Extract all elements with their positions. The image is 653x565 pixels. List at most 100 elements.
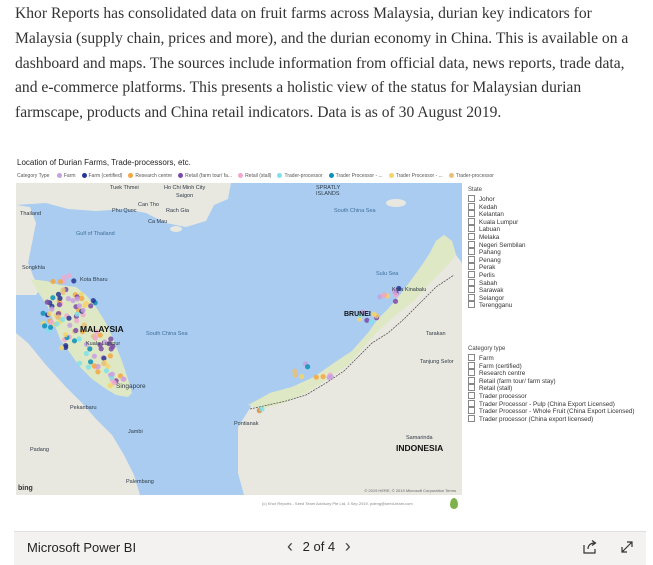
category-option[interactable]: Retail (farm tour/ farm stay): [468, 376, 635, 385]
map-point[interactable]: [62, 332, 69, 338]
state-option[interactable]: Kuala Lumpur: [468, 217, 526, 226]
map-point[interactable]: [67, 322, 73, 328]
map-point[interactable]: [371, 311, 377, 317]
map-point[interactable]: [71, 278, 77, 284]
map-point[interactable]: [80, 307, 86, 313]
map-point[interactable]: [103, 368, 109, 374]
state-option[interactable]: Sarawak: [468, 286, 526, 294]
state-option[interactable]: Sabah: [468, 278, 526, 287]
checkbox[interactable]: [468, 217, 475, 225]
map-point[interactable]: [368, 319, 374, 325]
category-option[interactable]: Retail (stall): [468, 384, 635, 392]
map-point[interactable]: [50, 278, 56, 285]
category-option[interactable]: Farm (certified): [468, 361, 635, 370]
category-option[interactable]: Trader Processor - Whole Fruit (China Ex…: [468, 407, 635, 415]
map-point[interactable]: [95, 369, 101, 375]
legend-item[interactable]: Farm (certified): [81, 173, 122, 179]
map-point[interactable]: [87, 346, 93, 352]
next-page-button[interactable]: ›: [339, 537, 357, 555]
state-option[interactable]: Labuan: [468, 225, 526, 233]
checkbox[interactable]: [468, 399, 475, 407]
map-point[interactable]: [320, 374, 326, 380]
map-point[interactable]: [88, 303, 94, 309]
checkbox[interactable]: [468, 255, 475, 263]
map-point[interactable]: [56, 302, 63, 308]
legend-item[interactable]: Research centre: [128, 173, 172, 179]
map-point[interactable]: [61, 275, 67, 281]
map-point[interactable]: [74, 296, 80, 302]
state-option[interactable]: Perlis: [468, 270, 526, 279]
state-option[interactable]: Kedah: [468, 202, 526, 211]
map-point[interactable]: [76, 336, 82, 342]
category-option[interactable]: Farm: [468, 354, 635, 362]
share-icon[interactable]: [582, 539, 598, 560]
map-point[interactable]: [107, 353, 113, 359]
map-point[interactable]: [83, 300, 89, 307]
category-option[interactable]: Research centre: [468, 369, 635, 377]
map-point[interactable]: [66, 315, 72, 321]
checkbox[interactable]: [468, 202, 475, 210]
map-point[interactable]: [109, 371, 115, 377]
map-point[interactable]: [60, 287, 66, 293]
map-point[interactable]: [83, 350, 89, 357]
map-point[interactable]: [91, 363, 97, 369]
durian-map[interactable]: Ho Chi Minh City Saigon Can Tho Tuek Thm…: [16, 183, 462, 495]
map-point[interactable]: [49, 306, 55, 312]
map-point[interactable]: [101, 360, 107, 367]
map-point[interactable]: [79, 295, 85, 302]
category-option[interactable]: Trader processor: [468, 391, 635, 400]
checkbox[interactable]: [468, 361, 475, 369]
map-point[interactable]: [54, 321, 60, 327]
state-option[interactable]: Terengganu: [468, 301, 526, 309]
power-bi-link[interactable]: Microsoft Power BI: [27, 540, 136, 555]
checkbox[interactable]: [468, 210, 475, 218]
map-point[interactable]: [57, 295, 63, 301]
checkbox[interactable]: [468, 354, 475, 361]
map-point[interactable]: [259, 406, 265, 412]
checkbox[interactable]: [468, 369, 475, 377]
checkbox[interactable]: [468, 240, 475, 248]
checkbox[interactable]: [468, 286, 475, 294]
map-point[interactable]: [292, 372, 298, 378]
state-option[interactable]: Perak: [468, 263, 526, 271]
fullscreen-icon[interactable]: [619, 539, 635, 560]
map-point[interactable]: [121, 376, 127, 382]
state-option[interactable]: Melaka: [468, 232, 526, 241]
checkbox[interactable]: [468, 293, 475, 301]
map-point[interactable]: [326, 374, 332, 381]
checkbox[interactable]: [468, 225, 475, 233]
legend-item[interactable]: Trader Processor - ...: [328, 173, 383, 179]
map-point[interactable]: [71, 338, 78, 344]
checkbox[interactable]: [468, 301, 475, 309]
map-point[interactable]: [74, 311, 80, 317]
legend-item[interactable]: Trader Processor - ...: [388, 173, 443, 179]
state-option[interactable]: Penang: [468, 255, 526, 264]
map-point[interactable]: [85, 364, 91, 370]
map-point[interactable]: [91, 353, 97, 359]
state-option[interactable]: Selangor: [468, 293, 526, 302]
checkbox[interactable]: [468, 407, 475, 415]
map-point[interactable]: [77, 360, 83, 366]
map-point[interactable]: [48, 319, 55, 325]
checkbox[interactable]: [468, 195, 475, 202]
legend-item[interactable]: Trader-processor: [448, 173, 494, 179]
map-point[interactable]: [57, 279, 64, 285]
map-point[interactable]: [392, 298, 399, 304]
checkbox[interactable]: [468, 270, 475, 278]
checkbox[interactable]: [468, 278, 475, 286]
state-option[interactable]: Negeri Sembilan: [468, 240, 526, 249]
map-point[interactable]: [58, 345, 65, 351]
map-point[interactable]: [381, 292, 387, 298]
category-option[interactable]: Trader Processor - Pulp (China Export Li…: [468, 399, 635, 408]
map-point[interactable]: [48, 324, 54, 330]
checkbox[interactable]: [468, 376, 475, 384]
legend-item[interactable]: Trader-processor: [277, 173, 323, 179]
map-point[interactable]: [40, 310, 46, 316]
map-point[interactable]: [55, 314, 62, 320]
map-point[interactable]: [46, 311, 52, 317]
map-point[interactable]: [108, 346, 114, 352]
previous-page-button[interactable]: ‹: [281, 537, 299, 555]
checkbox[interactable]: [468, 384, 475, 392]
map-point[interactable]: [66, 273, 72, 279]
category-option[interactable]: Trader processor (China export licensed): [468, 414, 635, 423]
